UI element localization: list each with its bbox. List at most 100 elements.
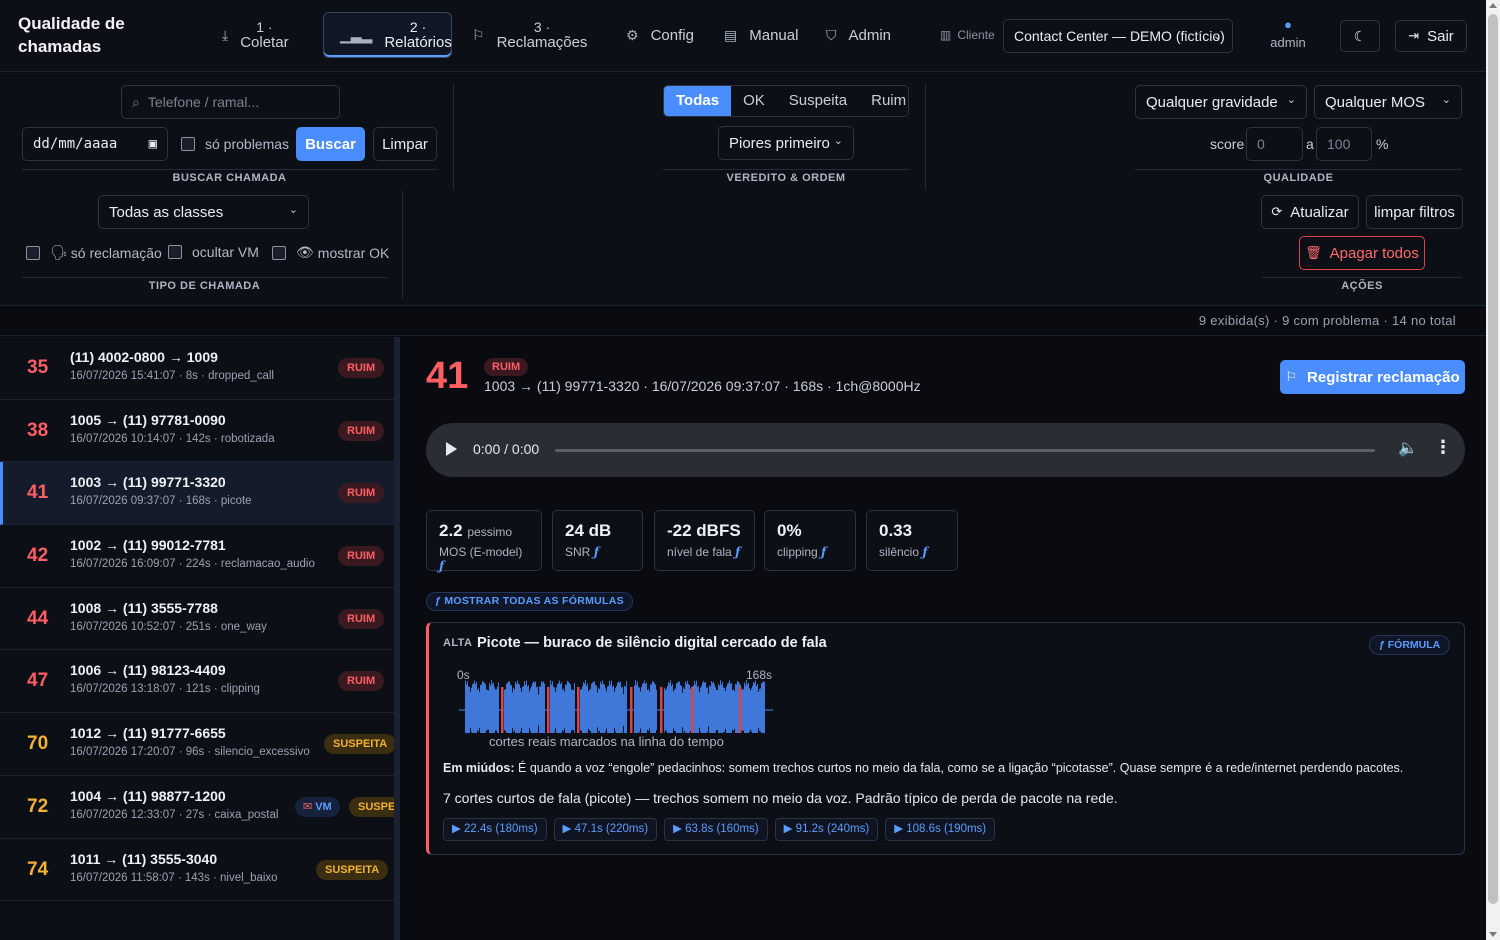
show-ok-checkbox[interactable]: 👁 mostrar OK <box>272 244 389 261</box>
theme-toggle-button[interactable]: ☾ <box>1340 20 1380 52</box>
volume-icon[interactable]: 🔈 <box>1398 438 1418 458</box>
formula-icon[interactable]: ƒ <box>922 545 927 559</box>
results-summary: 9 exibida(s) · 9 com problema · 14 no to… <box>0 307 1486 336</box>
only-problems-checkbox[interactable]: só problemas <box>181 136 289 152</box>
call-row-42[interactable]: 42 1002 → (11) 99012-7781 16/07/2026 16:… <box>0 525 394 588</box>
cut-chip[interactable]: ▶ 47.1s (220ms) <box>553 818 658 841</box>
waveform-bar <box>732 690 733 730</box>
cliente-select[interactable]: Contact Center — DEMO (fictício) ⌄ <box>1003 19 1233 53</box>
formula-icon[interactable]: ƒ <box>735 545 740 559</box>
waveform-bar <box>511 685 512 733</box>
classes-select[interactable]: Todas as classes ⌄ <box>98 195 309 229</box>
waveform-bar <box>568 681 569 733</box>
call-row-70[interactable]: 70 1012 → (11) 91777-6655 16/07/2026 17:… <box>0 713 394 776</box>
scroll-up-icon[interactable] <box>1489 3 1497 8</box>
status-badge: RUIM <box>338 546 385 567</box>
call-row-72[interactable]: 72 1004 → (11) 98877-1200 16/07/2026 12:… <box>0 776 394 839</box>
mos-select[interactable]: Qualquer MOS ⌄ <box>1314 85 1462 119</box>
waveform-bar <box>542 682 543 733</box>
cut-chip[interactable]: ▶ 63.8s (160ms) <box>664 818 768 841</box>
waveform-bar <box>610 684 611 733</box>
nav-manual[interactable]: ▤ Manual <box>724 12 798 58</box>
waveform-bar <box>708 693 709 727</box>
waveform-bar <box>563 688 564 732</box>
waveform-bar <box>724 687 725 733</box>
nav-reclamacoes[interactable]: ⚐ 3 · Reclamações <box>472 12 587 58</box>
page-scrollbar[interactable] <box>1486 0 1500 940</box>
score-min-input[interactable]: 0 <box>1246 127 1303 161</box>
limpar-filtros-button[interactable]: limpar filtros <box>1366 195 1463 229</box>
cut-marker <box>660 687 663 733</box>
buscar-section-label: BUSCAR CHAMADA <box>172 172 287 184</box>
play-icon[interactable] <box>446 442 457 456</box>
cut-chip[interactable]: ▶ 22.4s (180ms) <box>443 818 547 841</box>
formula-icon[interactable]: ƒ <box>821 545 826 559</box>
scrollbar-thumb[interactable] <box>1488 14 1498 904</box>
call-row-47[interactable]: 47 1006 → (11) 98123-4409 16/07/2026 13:… <box>0 650 394 714</box>
waveform-bar <box>554 687 555 733</box>
call-row-35[interactable]: 35 (11) 4002-0800 → 1009 16/07/2026 15:4… <box>0 337 394 400</box>
chevron-down-icon: ⌄ <box>288 204 298 216</box>
waveform-bar <box>673 691 674 729</box>
verdict-ok[interactable]: OK <box>731 86 777 116</box>
atualizar-button[interactable]: ⟳ Atualizar <box>1261 195 1359 229</box>
formula-button[interactable]: ƒ FÓRMULA <box>1369 635 1451 655</box>
waveform-bar <box>620 681 621 733</box>
waveform-bar <box>654 683 655 733</box>
nav-coletar[interactable]: ⤓ 1 · Coletar <box>222 12 289 58</box>
logout-button[interactable]: ⇥ Sair <box>1395 20 1467 52</box>
cut-chip[interactable]: ▶ 108.6s (190ms) <box>885 818 996 841</box>
scroll-down-icon[interactable] <box>1489 932 1497 937</box>
top-bar: Qualidade de chamadas ⤓ 1 · Coletar ▁▃▂ 2… <box>0 0 1486 72</box>
score-max-input[interactable]: 100 <box>1316 127 1372 161</box>
show-all-formulas-button[interactable]: ƒ MOSTRAR TODAS AS FÓRMULAS <box>426 592 633 611</box>
call-row-41[interactable]: 41 1003 → (11) 99771-3320 16/07/2026 09:… <box>0 462 394 526</box>
more-options-icon[interactable]: ⋮ <box>1434 437 1452 458</box>
order-select[interactable]: Piores primeiro ⌄ <box>718 126 854 160</box>
buscar-button[interactable]: Buscar <box>296 127 365 161</box>
waveform-bar <box>561 682 562 733</box>
waveform-bar <box>689 685 690 733</box>
formula-icon[interactable]: ƒ <box>439 559 444 573</box>
formula-icon[interactable]: ƒ <box>594 545 599 559</box>
user-menu[interactable]: ● admin <box>1268 16 1308 52</box>
call-row-74[interactable]: 74 1011 → (11) 3555-3040 16/07/2026 11:5… <box>0 839 394 902</box>
waveform-bar <box>480 684 481 733</box>
nav-admin[interactable]: ⛉ Admin <box>826 12 891 58</box>
apagar-todos-button[interactable]: 🗑 Apagar todos <box>1299 236 1425 270</box>
waveform-bar <box>638 687 639 733</box>
waveform-bar <box>604 684 605 733</box>
waveform-bar <box>621 687 622 733</box>
waveform-bar <box>738 682 739 733</box>
cut-chip[interactable]: ▶ 91.2s (240ms) <box>774 818 879 841</box>
date-input[interactable]: dd/mm/aaaa ▣ <box>22 127 168 161</box>
hide-vm-checkbox[interactable]: ocultar VM <box>168 244 259 260</box>
waveform-bar <box>506 683 507 733</box>
waveform-bar <box>515 681 516 733</box>
waveform-bar <box>612 686 613 733</box>
verdict-ruim[interactable]: Ruim <box>859 86 908 116</box>
waveform-bar <box>517 680 518 733</box>
audio-progress-slider[interactable] <box>555 449 1375 452</box>
waveform-bar <box>641 686 642 733</box>
waveform-bar <box>648 688 649 732</box>
limpar-button[interactable]: Limpar <box>373 127 437 161</box>
waveform-bar <box>521 691 522 729</box>
call-row-44[interactable]: 44 1008 → (11) 3555-7788 16/07/2026 10:5… <box>0 588 394 651</box>
status-badge: RUIM <box>338 358 385 378</box>
nav-config[interactable]: ⚙ Config <box>626 12 694 58</box>
search-icon: ⌕ <box>132 93 140 110</box>
call-row-38[interactable]: 38 1005 → (11) 97781-0090 16/07/2026 10:… <box>0 400 394 463</box>
status-badge: SUSPEITA <box>349 796 394 817</box>
only-complaint-checkbox[interactable]: 🗣 só reclamação <box>26 244 162 261</box>
phone-search-input[interactable]: ⌕ Telefone / ramal... <box>121 85 340 119</box>
nav-relatorios[interactable]: ▁▃▂ 2 · Relatórios <box>323 12 452 58</box>
register-complaint-button[interactable]: ⚐ Registrar reclamação <box>1280 360 1465 394</box>
gravity-select[interactable]: Qualquer gravidade ⌄ <box>1135 85 1307 119</box>
metric-clipping: 0% clipping ƒ <box>764 510 856 571</box>
waveform-bar <box>729 680 730 733</box>
waveform-bar <box>483 681 484 733</box>
waveform-bar <box>759 688 760 732</box>
verdict-suspeita[interactable]: Suspeita <box>777 86 859 116</box>
verdict-todas[interactable]: Todas <box>664 86 732 116</box>
